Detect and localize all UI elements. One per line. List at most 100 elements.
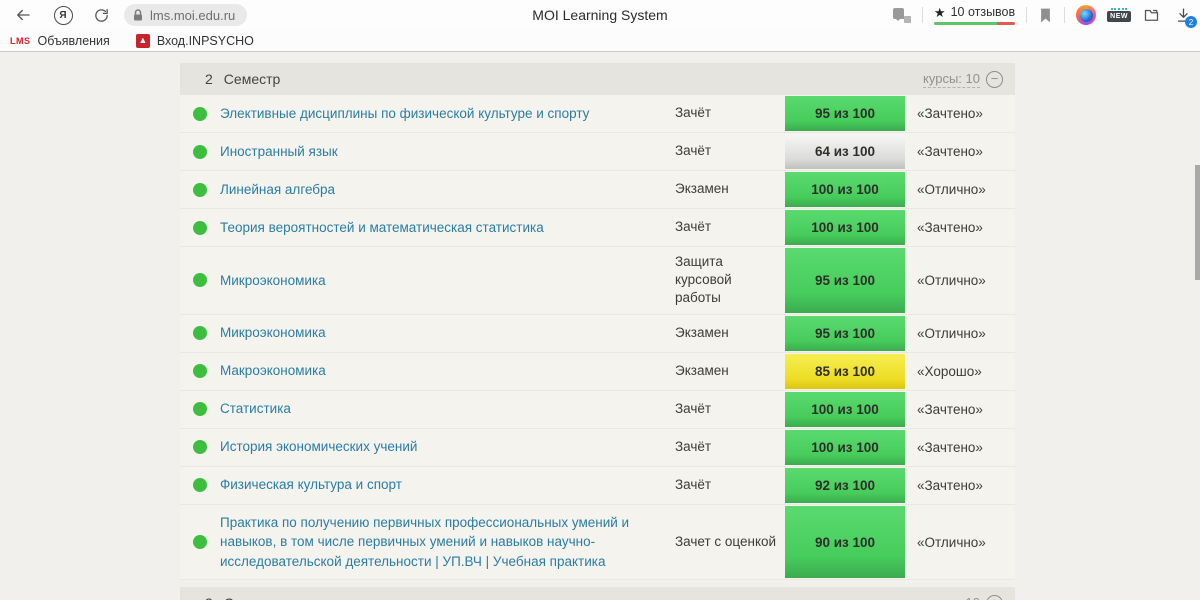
semester-3-header: 3 Семестр курсы: 10 + [180,587,1015,600]
course-name-link[interactable]: История экономических учений [220,429,675,466]
grades-table: 2 Семестр курсы: 10 − Элективные дисципл… [180,63,1015,600]
grade-text: «Отлично» [917,272,986,288]
grade-text: «Зачтено» [917,220,983,235]
bookmark-label: Объявления [37,33,110,48]
reviews-count-label: 10 отзывов [950,5,1016,19]
courses-count-link[interactable]: курсы: 10 [923,595,980,600]
side-panel-icon[interactable] [1142,6,1161,24]
assessment-type: Зачёт [675,105,712,121]
score-badge: 92 из 100 [785,467,905,503]
status-dot-icon [193,478,207,493]
bookmark-label: Вход.INPSYCHO [156,33,254,48]
status-dot-icon [193,144,207,159]
status-dot-icon [193,440,207,455]
score-badge: 64 из 100 [785,134,905,169]
status-dot-icon [193,326,207,341]
course-row: Теория вероятностей и математическая ста… [180,209,1015,247]
assessment-type: Зачёт [675,219,712,235]
vertical-scrollbar[interactable] [1195,165,1200,280]
yandex-icon: Я [53,5,73,25]
score-badge: 100 из 100 [785,391,905,427]
bookmark-item-inpsycho[interactable]: ▲ Вход.INPSYCHO [135,33,254,48]
course-name-link[interactable]: Элективные дисциплины по физической куль… [220,95,675,132]
page-content: 2 Семестр курсы: 10 − Элективные дисципл… [0,52,1200,600]
assessment-type: Зачёт [675,143,712,159]
assessment-type: Зачёт [675,477,712,493]
course-row: Иностранный язык Зачёт 64 из 100 «Зачтен… [180,133,1015,171]
url-text: lms.moi.edu.ru [150,7,236,23]
bookmarks-bar: LMS Объявления ▲ Вход.INPSYCHO [0,30,1200,52]
course-name-link[interactable]: Макроэкономика [220,353,675,390]
collapse-icon[interactable]: − [986,70,1003,88]
status-dot-icon [193,535,207,549]
semester-number: 2 [205,71,213,87]
course-row: Практика по получению первичных професси… [180,504,1015,581]
download-count-badge: 2 [1185,16,1197,28]
semester-title: Семестр [223,71,281,87]
grade-text: «Зачтено» [917,144,983,159]
bookmark-item-announcements[interactable]: LMS Объявления [10,34,110,48]
status-dot-icon [193,182,207,197]
course-name-link[interactable]: Микроэкономика [220,247,675,314]
courses-count-link[interactable]: курсы: 10 [923,71,980,88]
grade-text: «Отлично» [917,182,986,197]
yandex-home-button[interactable]: Я [52,4,74,26]
grade-text: «Зачтено» [917,477,983,493]
score-badge: 100 из 100 [785,172,905,207]
assessment-type: Экзамен [675,325,729,341]
status-dot-icon [193,364,207,379]
refresh-icon [93,7,110,24]
grade-text: «Хорошо» [917,363,982,379]
course-name-link[interactable]: Статистика [220,391,675,428]
browser-toolbar: Я lms.moi.edu.ru MOI Learning System ★ 1… [0,0,1200,30]
score-badge: 100 из 100 [785,210,905,245]
toolbar-right-icons: ★ 10 отзывов NEW 2 [892,0,1197,30]
new-badge: NEW [1107,11,1131,22]
semester-title: Семестр [224,595,281,600]
course-name-link[interactable]: Практика по получению первичных професси… [220,505,675,580]
assessment-type: Экзамен [675,363,729,379]
star-icon: ★ [933,4,946,20]
status-dot-icon [193,402,207,417]
course-row: Микроэкономика Защита курсовой работы 95… [180,247,1015,315]
course-name-link[interactable]: Линейная алгебра [220,171,675,208]
score-badge: 85 из 100 [785,353,905,389]
assessment-type: Зачёт [675,401,712,417]
address-bar[interactable]: lms.moi.edu.ru [124,4,248,26]
course-row: История экономических учений Зачёт 100 и… [180,428,1015,467]
collections-icon[interactable] [892,7,911,23]
toolbar-divider [921,7,923,23]
score-badge: 95 из 100 [785,96,905,131]
status-dot-icon [193,106,207,121]
assessment-type: Зачет с оценкой [675,533,777,549]
score-badge: 100 из 100 [785,429,905,465]
expand-icon[interactable]: + [986,594,1003,600]
course-row: Макроэкономика Экзамен 85 из 100 «Хорошо… [180,352,1015,391]
refresh-button[interactable] [90,4,112,26]
course-name-link[interactable]: Теория вероятностей и математическая ста… [220,209,675,246]
inpsycho-favicon: ▲ [135,33,150,48]
site-reviews-widget[interactable]: ★ 10 отзывов [933,4,1016,25]
back-arrow-icon [14,6,32,24]
extension-new-icon[interactable]: NEW [1107,8,1131,22]
status-dot-icon [193,273,207,288]
score-badge: 95 из 100 [785,248,905,313]
assessment-type: Зачёт [675,439,712,455]
extension-browser-icon[interactable] [1076,5,1097,25]
bookmark-flag-icon[interactable] [1038,7,1053,24]
grade-text: «Отлично» [917,325,986,341]
reviews-rating-bar [933,22,1016,25]
course-row: Линейная алгебра Экзамен 100 из 100 «Отл… [180,171,1015,209]
course-name-link[interactable]: Микроэкономика [220,315,675,352]
assessment-type: Экзамен [675,181,729,197]
downloads-button[interactable]: 2 [1172,4,1197,28]
lms-favicon: LMS [10,35,31,46]
semester-2-header: 2 Семестр курсы: 10 − [180,63,1015,95]
course-name-link[interactable]: Физическая культура и спорт [220,467,675,504]
course-table-body: Элективные дисциплины по физической куль… [180,95,1015,581]
grade-text: «Отлично» [917,534,986,550]
score-badge: 95 из 100 [785,315,905,351]
course-name-link[interactable]: Иностранный язык [220,133,675,170]
toolbar-divider [1026,7,1028,23]
back-button[interactable] [12,4,34,26]
